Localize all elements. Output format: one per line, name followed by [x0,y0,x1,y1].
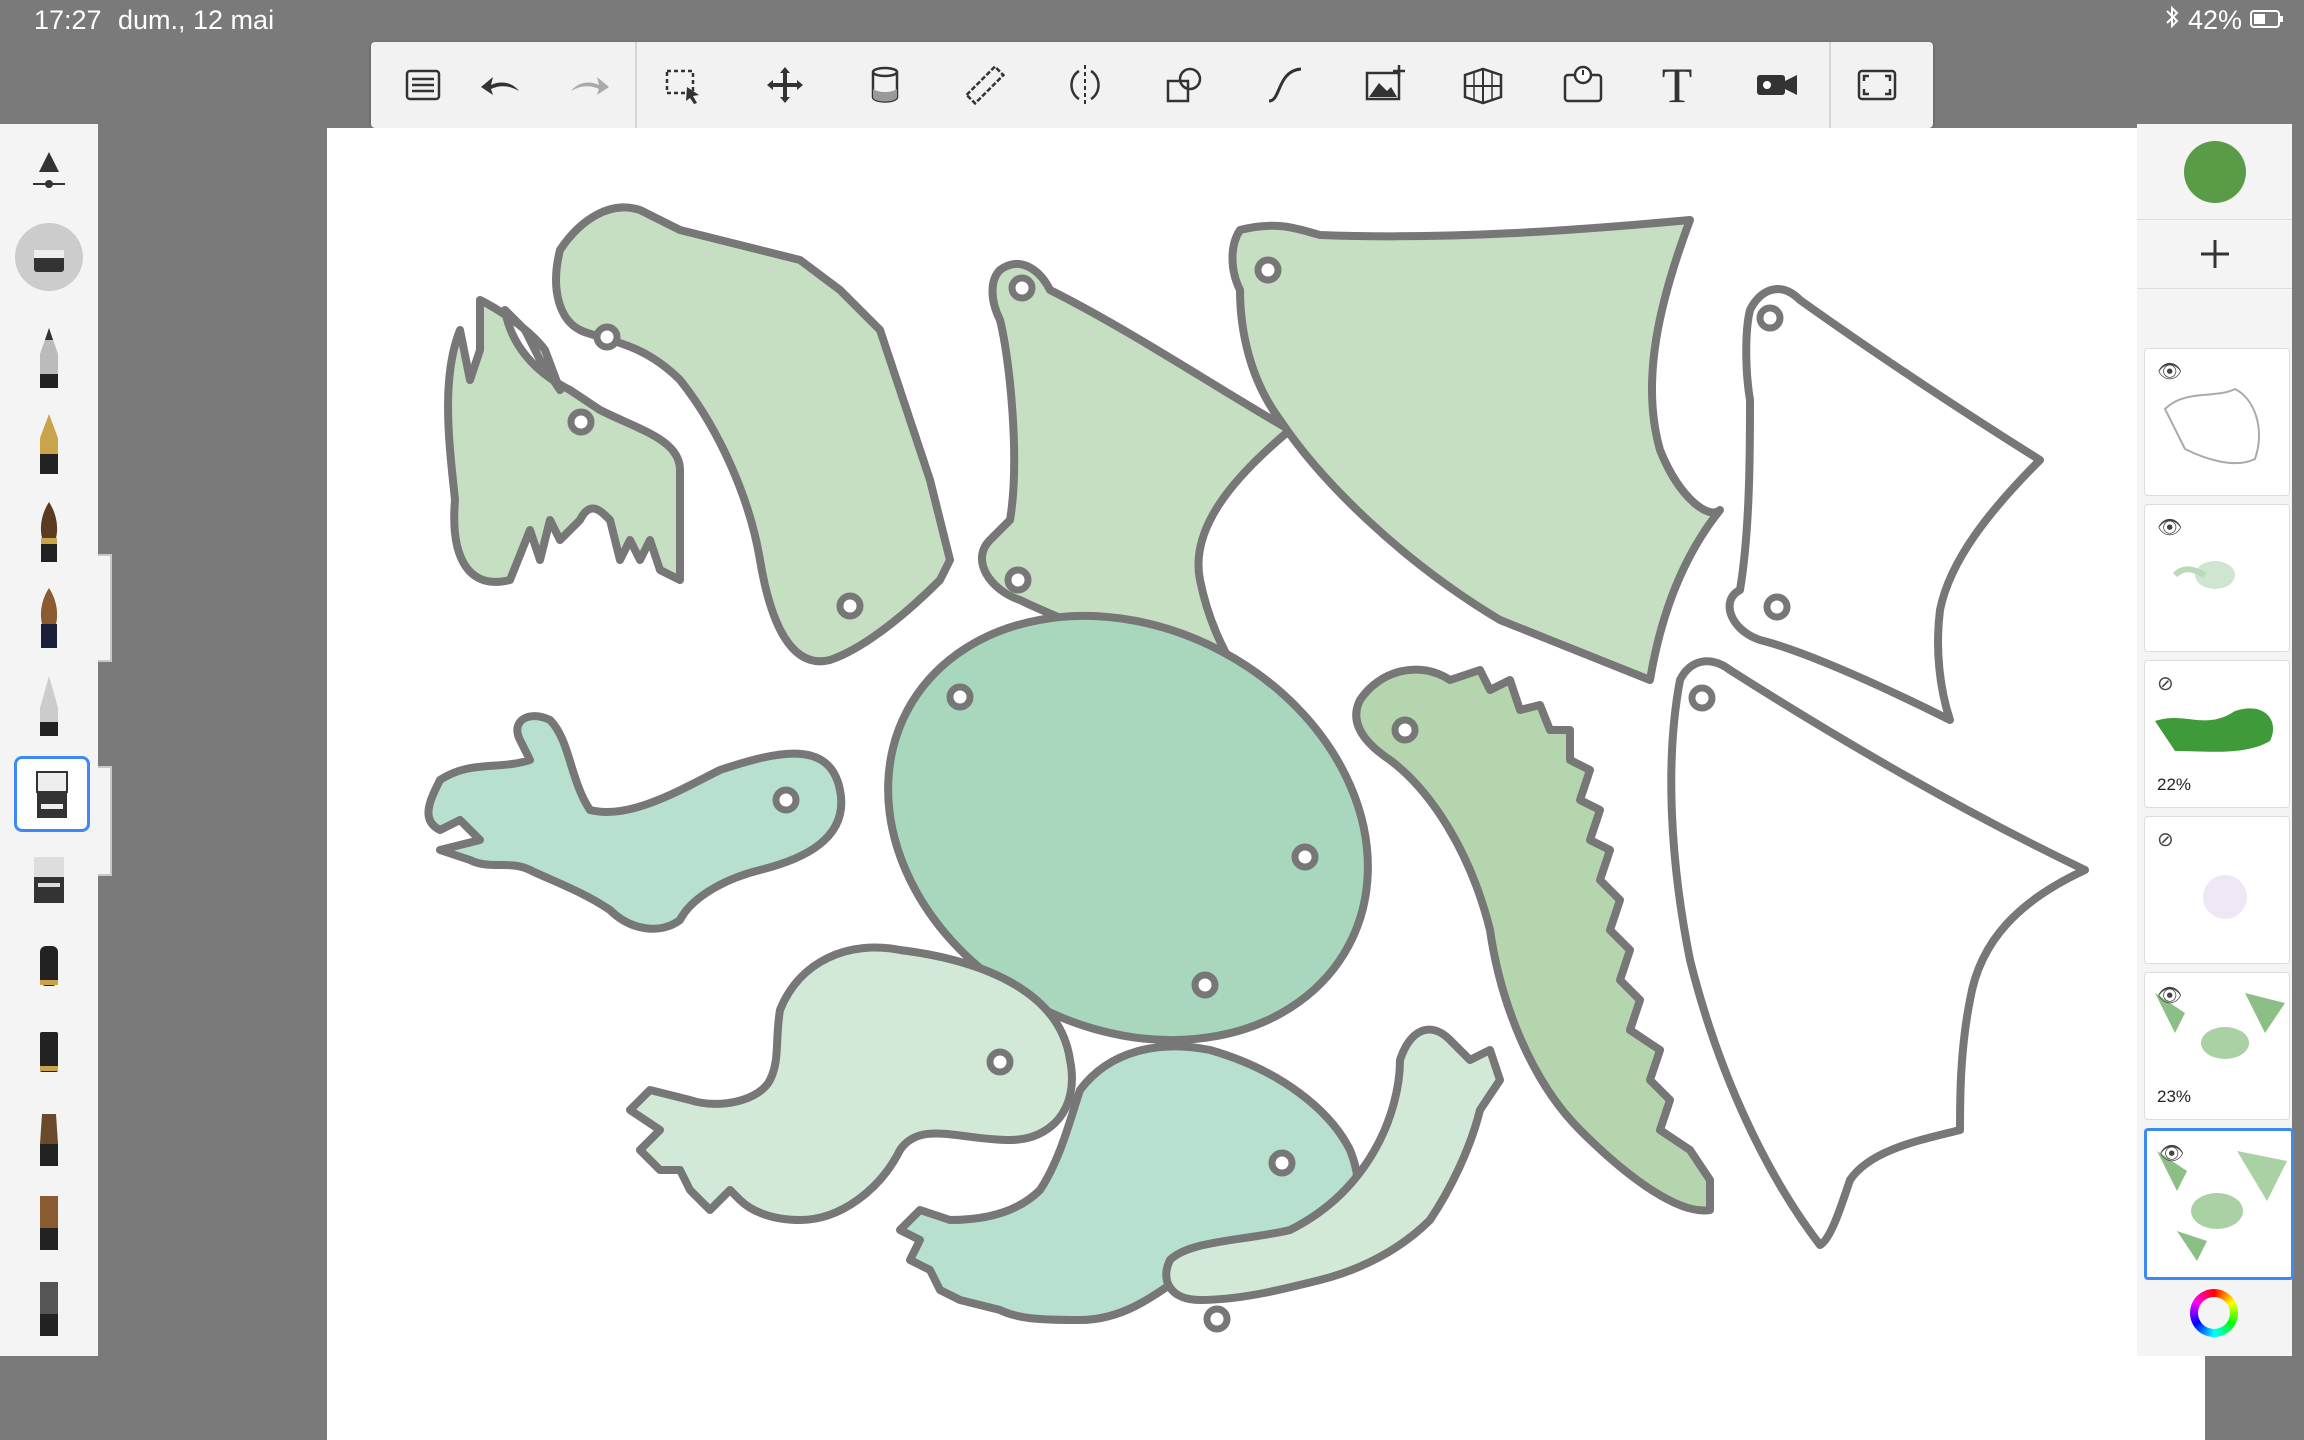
piece-front-arm [424,712,846,933]
paint-brush[interactable] [14,498,84,568]
layer-opacity: 23% [2157,1087,2192,1106]
brush-panel [0,124,98,1356]
layer-thumbnail[interactable]: ⊘ 22% [2144,660,2290,808]
airbrush[interactable] [14,672,84,742]
brush-panel-tab[interactable] [98,554,112,662]
brush-panel-tab[interactable] [98,766,112,876]
undo-icon[interactable] [471,55,531,115]
layer-thumbnail[interactable]: 👁 [2144,504,2290,652]
eraser-brush[interactable] [14,222,84,292]
color-wheel-icon[interactable] [2190,1289,2238,1337]
image-import-icon[interactable] [1355,55,1415,115]
marker-brush[interactable] [14,756,90,832]
pivot-point [1254,256,1282,284]
video-icon[interactable] [1747,55,1807,115]
layer-panel: 👁 👁 ⊘ 22% ⊘ 👁 23% 👁 [2137,124,2294,1356]
toolbar-divider [635,42,637,128]
felt-pen-brush[interactable] [14,932,84,1002]
canvas-artwork [424,203,2089,1333]
bristle-brush[interactable] [14,1104,84,1174]
fill-icon[interactable] [855,55,915,115]
redo-icon[interactable] [559,55,619,115]
piece-back-leg-left [626,943,1076,1224]
pivot-point [567,408,595,436]
ruler-icon[interactable] [955,55,1015,115]
wide-brush[interactable] [14,1188,84,1258]
pivot-point [593,323,621,351]
eye-icon[interactable]: 👁 [2157,983,2182,1008]
status-right: 42% [2164,5,2284,36]
pivot-point [1763,593,1791,621]
fullscreen-icon[interactable] [1847,55,1907,115]
symmetry-icon[interactable] [1055,55,1115,115]
current-color-swatch[interactable] [2184,141,2246,203]
transform-icon[interactable] [755,55,815,115]
pivot-point [836,592,864,620]
eye-hidden-icon[interactable]: ⊘ [2157,827,2174,852]
piece-wing-membrane [1228,216,1724,684]
eye-icon[interactable]: 👁 [2159,1141,2184,1166]
ink-brush[interactable] [14,584,84,654]
text-icon[interactable]: T [1647,55,1707,115]
selection-icon[interactable] [653,55,713,115]
layer-thumbnail[interactable]: 👁 23% [2144,972,2290,1120]
pivot-point [946,683,974,711]
shape-icon[interactable] [1155,55,1215,115]
piece-wing-right-lower [1667,657,2089,1249]
status-time: 17:27 [34,5,102,35]
status-bar: 17:27 dum., 12 mai 42% [0,0,2304,40]
drawing-canvas[interactable] [327,128,2205,1440]
battery-icon [2250,5,2284,36]
eye-hidden-icon[interactable]: ⊘ [2157,671,2174,696]
brush-size-slider[interactable] [14,138,84,208]
curve-icon[interactable] [1255,55,1315,115]
status-date: dum., 12 mai [118,5,275,35]
time-lapse-icon[interactable] [1553,55,1613,115]
add-layer-button[interactable] [2137,219,2292,289]
eye-icon[interactable]: 👁 [2157,515,2182,540]
pivot-point [1008,274,1036,302]
menu-icon[interactable] [393,55,453,115]
bluetooth-icon [2164,5,2180,36]
chisel-marker-brush[interactable] [14,844,84,914]
pivot-point [1203,1305,1231,1333]
pivot-point [1756,304,1784,332]
perspective-icon[interactable] [1453,55,1513,115]
pivot-point [772,786,800,814]
layer-thumbnail[interactable]: ⊘ [2144,816,2290,964]
pivot-point [1291,843,1319,871]
toolbar-divider [1829,42,1831,128]
main-toolbar: T [371,42,1933,128]
pivot-point [1268,1149,1296,1177]
battery-level: 42% [2187,5,2242,35]
pivot-point [1004,566,1032,594]
pencil-brush[interactable] [14,324,84,394]
ink-pen-brush[interactable] [14,410,84,480]
pivot-point [986,1048,1014,1076]
layer-thumbnail-active[interactable]: 👁 [2144,1128,2294,1280]
pivot-point [1191,971,1219,999]
layer-opacity: 22% [2157,775,2192,794]
layer-thumbnail[interactable]: 👁 [2144,348,2290,496]
felt-pen-dark-brush[interactable] [14,1018,84,1088]
flat-brush[interactable] [14,1274,84,1344]
pivot-point [1391,716,1419,744]
plus-icon [2200,240,2229,268]
pivot-point [1688,684,1716,712]
eye-icon[interactable]: 👁 [2157,359,2182,384]
piece-wing-right-upper [1725,285,2044,724]
